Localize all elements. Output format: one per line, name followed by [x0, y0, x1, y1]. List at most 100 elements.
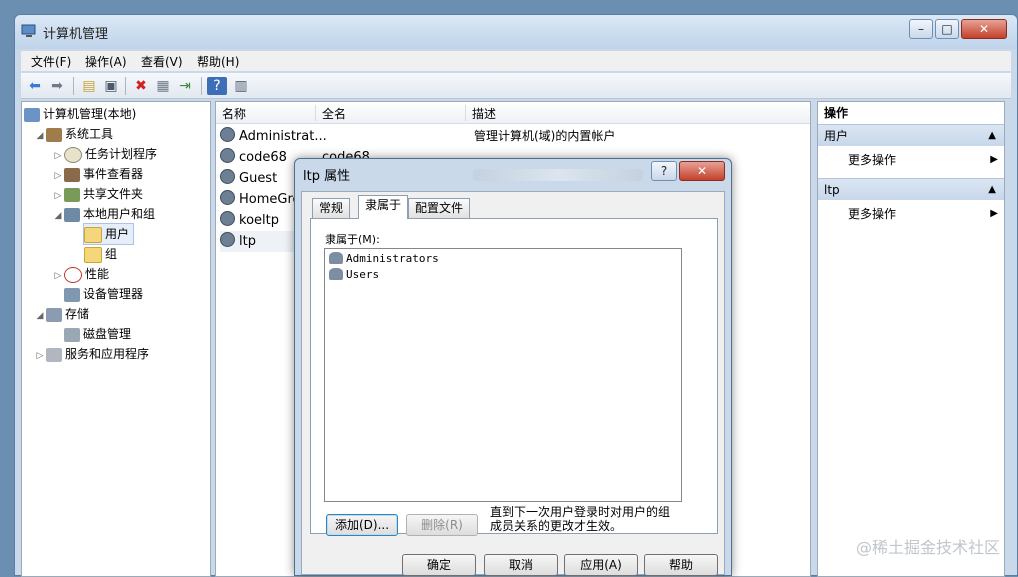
expanded-arrow-icon[interactable]: ◢: [34, 126, 46, 146]
help-icon[interactable]: ?: [651, 161, 677, 181]
column-header-name[interactable]: 名称: [216, 105, 316, 121]
tree-item-services-apps[interactable]: ▷ 服务和应用程序: [34, 344, 149, 364]
help-icon[interactable]: ?: [207, 77, 227, 95]
list-item[interactable]: HomeGro: [220, 189, 300, 210]
add-button[interactable]: 添加(D)...: [326, 514, 398, 536]
action-more-operations[interactable]: 更多操作 ▶: [848, 150, 998, 170]
collapsed-arrow-icon[interactable]: ▷: [52, 166, 64, 186]
computer-management-icon: [21, 23, 37, 39]
user-icon: [220, 169, 235, 184]
tree-item-event-viewer[interactable]: ▷ 事件查看器: [52, 164, 143, 184]
tree-item-task-scheduler[interactable]: ▷ 任务计划程序: [52, 144, 157, 164]
maximize-icon[interactable]: □: [935, 19, 959, 39]
action-group-title: ltp: [824, 183, 840, 197]
export-icon[interactable]: ⇥: [175, 76, 195, 96]
menu-action[interactable]: 操作(A): [85, 53, 127, 70]
tab-member-of[interactable]: 隶属于: [358, 195, 409, 219]
tree-item-device-manager[interactable]: 设备管理器: [64, 284, 143, 304]
tree-item-groups[interactable]: 组: [84, 244, 117, 264]
tab-general[interactable]: 常规: [312, 198, 351, 218]
column-header-description[interactable]: 描述: [466, 105, 806, 121]
forward-icon[interactable]: ➡: [47, 76, 67, 96]
actions-pane: 操作 用户 ▲ 更多操作 ▶ ltp ▲ 更多操作 ▶: [817, 101, 1005, 577]
list-item[interactable]: Guest: [220, 168, 277, 189]
user-name: Guest: [239, 171, 278, 186]
show-action-pane-icon[interactable]: ▥: [231, 76, 251, 96]
tree-item-disk-management[interactable]: 磁盘管理: [64, 324, 131, 344]
show-tree-icon[interactable]: ▣: [101, 76, 121, 96]
delete-icon[interactable]: ✖: [131, 76, 151, 96]
collapsed-arrow-icon[interactable]: ▷: [52, 186, 64, 206]
menu-file[interactable]: 文件(F): [31, 53, 71, 70]
computer-icon: [24, 107, 40, 122]
action-group-title: 用户: [824, 129, 849, 143]
storage-icon: [46, 307, 62, 322]
tree-item-shared-folders[interactable]: ▷ 共享文件夹: [52, 184, 143, 204]
list-item[interactable]: Administrators: [329, 251, 439, 267]
user-name: Administrat...: [239, 129, 327, 144]
expanded-arrow-icon[interactable]: ◢: [52, 206, 64, 226]
tree-item-storage[interactable]: ◢ 存储: [34, 304, 89, 324]
disk-icon: [64, 327, 80, 342]
user-name: code68: [239, 150, 287, 165]
actions-header: 操作: [824, 106, 849, 120]
device-manager-icon: [64, 287, 80, 302]
member-of-label: 隶属于(M):: [325, 233, 380, 246]
user-icon: [220, 211, 235, 226]
performance-icon: [64, 266, 82, 283]
up-folder-icon[interactable]: ▤: [79, 76, 99, 96]
tree-item-label: 用户: [105, 227, 130, 241]
expanded-arrow-icon[interactable]: ◢: [34, 306, 46, 326]
list-item[interactable]: Administrat... 管理计算机(域)的内置帐户: [220, 126, 615, 147]
close-icon[interactable]: ✕: [961, 19, 1007, 39]
membership-note: 直到下一次用户登录时对用户的组成员关系的更改才生效。: [490, 505, 671, 533]
tab-profile[interactable]: 配置文件: [408, 198, 471, 218]
tree-item-label: 任务计划程序: [85, 147, 158, 161]
ok-button[interactable]: 确定: [402, 554, 476, 576]
collapsed-arrow-icon[interactable]: ▷: [34, 346, 46, 366]
cancel-button[interactable]: 取消: [484, 554, 558, 576]
list-item[interactable]: koeltp: [220, 210, 279, 231]
dialog-body: 常规 隶属于 配置文件 隶属于(M): Administrators Users…: [301, 191, 725, 576]
tree-item-local-users-groups[interactable]: ◢ 本地用户和组: [52, 204, 155, 224]
action-group-users[interactable]: 用户 ▲: [818, 124, 1004, 146]
tree-item-system-tools[interactable]: ◢ 系统工具: [34, 124, 113, 144]
list-item[interactable]: Users: [329, 267, 379, 283]
tree-item-users[interactable]: 用户: [82, 223, 135, 245]
back-icon[interactable]: ⬅: [25, 76, 45, 96]
remove-button[interactable]: 删除(R): [406, 514, 478, 536]
minimize-icon[interactable]: –: [909, 19, 933, 39]
collapsed-arrow-icon[interactable]: ▷: [52, 146, 64, 166]
close-icon[interactable]: ✕: [679, 161, 725, 181]
user-name: HomeGro: [239, 192, 301, 207]
users-icon: [64, 207, 80, 222]
action-group-ltp[interactable]: ltp ▲: [818, 178, 1004, 200]
shared-folder-icon: [64, 187, 80, 202]
tree-item-label: 性能: [85, 267, 110, 281]
toolbar-separator: [201, 77, 202, 95]
help-button[interactable]: 帮助: [644, 554, 718, 576]
properties-icon[interactable]: ▦: [153, 76, 173, 96]
apply-button[interactable]: 应用(A): [564, 554, 638, 576]
list-item[interactable]: ltp: [220, 231, 300, 252]
collapse-arrow-icon[interactable]: ▲: [988, 179, 996, 201]
list-item[interactable]: code68 code68: [220, 147, 370, 168]
tree-item-root[interactable]: 计算机管理(本地): [24, 104, 136, 124]
member-of-list[interactable]: Administrators Users: [324, 248, 682, 502]
folder-icon: [84, 246, 102, 263]
user-icon: [220, 232, 235, 247]
title-bar[interactable]: 计算机管理 – □ ✕: [15, 15, 1017, 49]
menu-view[interactable]: 查看(V): [141, 53, 183, 70]
tree-item-label: 事件查看器: [83, 167, 144, 181]
user-icon: [220, 127, 235, 142]
tree-item-label: 组: [105, 247, 118, 261]
tree-item-label: 存储: [65, 307, 90, 321]
user-description: 管理计算机(域)的内置帐户: [474, 129, 616, 143]
folder-icon: [84, 226, 102, 243]
collapse-arrow-icon[interactable]: ▲: [988, 125, 996, 147]
column-header-fullname[interactable]: 全名: [316, 105, 466, 121]
collapsed-arrow-icon[interactable]: ▷: [52, 266, 64, 286]
tree-item-performance[interactable]: ▷ 性能: [52, 264, 109, 284]
action-more-operations[interactable]: 更多操作 ▶: [848, 204, 998, 224]
menu-help[interactable]: 帮助(H): [197, 53, 239, 70]
